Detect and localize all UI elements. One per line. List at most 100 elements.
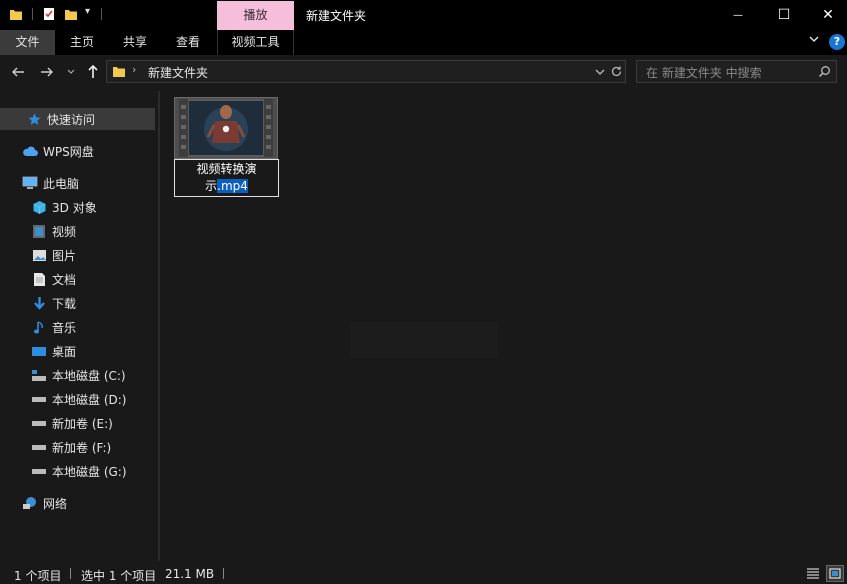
- tab-home[interactable]: 主页: [57, 30, 107, 55]
- video-thumbnail[interactable]: [174, 97, 278, 159]
- tab-view[interactable]: 查看: [163, 30, 213, 55]
- maximize-icon: ☐: [777, 7, 791, 23]
- window-title: 新建文件夹: [306, 9, 367, 23]
- breadcrumb-current-folder[interactable]: 新建文件夹: [148, 64, 208, 81]
- close-button[interactable]: ✕: [805, 0, 847, 30]
- status-divider: [223, 568, 224, 579]
- selection-size: 21.1 MB: [165, 567, 215, 581]
- search-icon[interactable]: [818, 65, 831, 78]
- close-icon: ✕: [822, 7, 834, 23]
- downloads-icon: [31, 295, 47, 311]
- music-icon: [31, 319, 47, 335]
- navigation-pane: 快速访问 WPS网盘 此电脑 3D 对象 视频 图片 文档 下载 音乐 桌面 本…: [0, 91, 158, 561]
- nav-desktop[interactable]: 桌面: [0, 340, 155, 362]
- nav-quick-access[interactable]: 快速访问: [0, 108, 155, 130]
- help-icon: ?: [833, 35, 841, 48]
- nav-label: 网络: [43, 496, 68, 511]
- forward-arrow-icon[interactable]: [40, 65, 54, 79]
- nav-label: 本地磁盘 (C:): [52, 368, 126, 383]
- nav-downloads[interactable]: 下载: [0, 292, 155, 314]
- refresh-icon[interactable]: [610, 65, 623, 78]
- address-bar[interactable]: › 新建文件夹: [106, 60, 626, 83]
- nav-label: 新加卷 (E:): [52, 416, 113, 431]
- content-background-shade: [350, 322, 498, 358]
- maximize-button[interactable]: ☐: [761, 0, 807, 30]
- search-box[interactable]: 在 新建文件夹 中搜索: [636, 60, 837, 83]
- context-tab-play[interactable]: 播放: [217, 1, 294, 30]
- cloud-icon: [22, 143, 38, 159]
- tab-video-tools[interactable]: 视频工具: [217, 30, 294, 55]
- nav-label: 音乐: [52, 320, 77, 335]
- nav-label: 3D 对象: [52, 200, 97, 215]
- nav-wps-cloud[interactable]: WPS网盘: [0, 140, 155, 162]
- up-arrow-icon[interactable]: [86, 64, 100, 79]
- computer-icon: [22, 175, 38, 191]
- help-button[interactable]: ?: [829, 34, 845, 50]
- nav-documents[interactable]: 文档: [0, 268, 155, 290]
- chevron-down-icon: [809, 36, 819, 43]
- video-file-icon: [179, 99, 273, 157]
- recent-locations-chevron-icon[interactable]: [67, 68, 75, 76]
- details-view-icon[interactable]: [806, 567, 820, 580]
- nav-pictures[interactable]: 图片: [0, 244, 155, 266]
- nav-label: 图片: [52, 248, 77, 263]
- 3d-objects-icon: [31, 199, 47, 215]
- toolbar-divider: [101, 8, 102, 20]
- status-divider: [70, 568, 71, 579]
- drive-icon: [31, 439, 47, 455]
- nav-label: 下载: [52, 296, 77, 311]
- large-icons-view-icon: [829, 568, 841, 579]
- pictures-icon: [31, 247, 47, 263]
- nav-label: 本地磁盘 (D:): [52, 392, 127, 407]
- minimize-button[interactable]: —: [715, 0, 761, 30]
- desktop-icon: [31, 343, 47, 359]
- minimize-icon: —: [733, 9, 743, 21]
- item-count: 1 个项目: [14, 569, 62, 583]
- folder-icon: [113, 67, 125, 77]
- status-bar: 1 个项目 选中 1 个项目 21.1 MB: [0, 563, 847, 584]
- search-input[interactable]: 在 新建文件夹 中搜索: [646, 64, 762, 81]
- tab-share[interactable]: 共享: [110, 30, 160, 55]
- nav-label: 桌面: [52, 344, 77, 359]
- network-icon: [22, 495, 38, 511]
- nav-this-pc[interactable]: 此电脑: [0, 172, 155, 194]
- nav-drive-d[interactable]: 本地磁盘 (D:): [0, 388, 155, 410]
- nav-label: 快速访问: [47, 112, 96, 127]
- properties-icon[interactable]: [42, 7, 56, 21]
- tab-file[interactable]: 文件: [0, 30, 55, 55]
- nav-label: WPS网盘: [43, 144, 94, 159]
- nav-drive-g[interactable]: 本地磁盘 (G:): [0, 460, 155, 482]
- nav-drive-e[interactable]: 新加卷 (E:): [0, 412, 155, 434]
- nav-drive-f[interactable]: 新加卷 (F:): [0, 436, 155, 458]
- expand-ribbon-chevron[interactable]: [808, 33, 820, 48]
- drive-icon: [31, 415, 47, 431]
- address-history-chevron-icon[interactable]: [595, 67, 605, 77]
- nav-label: 新加卷 (F:): [52, 440, 112, 455]
- nav-3d-objects[interactable]: 3D 对象: [0, 196, 155, 218]
- star-icon: [26, 111, 42, 127]
- back-arrow-icon[interactable]: [11, 65, 25, 79]
- system-drive-icon: [31, 367, 47, 383]
- file-name-line-2: 示: [205, 179, 218, 193]
- nav-label: 本地磁盘 (G:): [52, 464, 127, 479]
- file-name-rename-field[interactable]: 视频转换演 示.mp4: [174, 159, 279, 197]
- large-icons-view-button[interactable]: [826, 565, 844, 582]
- nav-label: 此电脑: [43, 176, 80, 191]
- nav-label: 文档: [52, 272, 77, 287]
- folder-icon[interactable]: [9, 7, 23, 21]
- customize-toolbar-dropdown[interactable]: ▾: [85, 6, 90, 17]
- drive-icon: [31, 391, 47, 407]
- file-name-line-1: 视频转换演: [196, 162, 257, 176]
- new-folder-icon[interactable]: [64, 7, 78, 21]
- nav-label: 视频: [52, 224, 77, 239]
- selection-count: 选中 1 个项目: [81, 569, 157, 583]
- documents-icon: [31, 271, 47, 287]
- toolbar-divider: [32, 8, 33, 20]
- nav-music[interactable]: 音乐: [0, 316, 155, 338]
- nav-drive-c[interactable]: 本地磁盘 (C:): [0, 364, 155, 386]
- breadcrumb-separator-icon[interactable]: ›: [132, 63, 136, 76]
- nav-network[interactable]: 网络: [0, 492, 155, 514]
- nav-videos[interactable]: 视频: [0, 220, 155, 242]
- videos-icon: [31, 223, 47, 239]
- file-extension-selected: .mp4: [217, 179, 248, 193]
